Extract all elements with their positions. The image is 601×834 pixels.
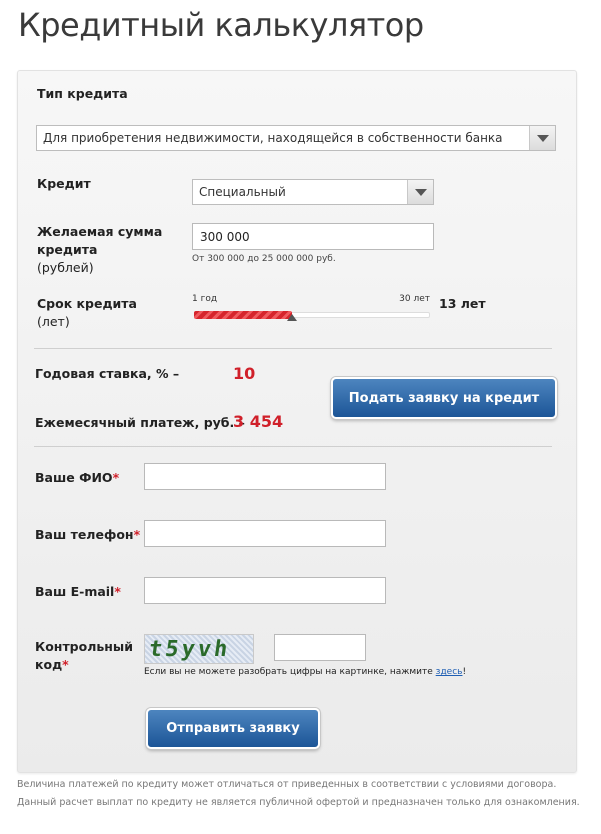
required-mark: * [62,657,69,672]
amount-label: Желаемая сумма кредита (рублей) [37,223,177,277]
chevron-down-icon[interactable] [529,126,555,150]
credit-type-select[interactable]: Для приобретения недвижимости, находящей… [36,125,556,151]
footnote-disclaimer-2: Данный расчет выплат по кредиту не являе… [17,797,580,808]
apply-credit-button[interactable]: Подать заявку на кредит [331,377,557,419]
captcha-note-text: Если вы не можете разобрать цифры на кар… [144,667,436,677]
amount-hint: От 300 000 до 25 000 000 руб. [192,254,336,264]
chevron-down-icon[interactable] [407,180,433,204]
amount-unit: (рублей) [37,260,94,275]
term-unit: (лет) [37,314,70,329]
required-mark: * [112,470,120,485]
divider [34,348,552,349]
email-field[interactable] [144,577,386,604]
phone-field[interactable] [144,520,386,547]
term-slider-handle[interactable] [286,314,297,321]
captcha-label-line2: код [35,657,63,672]
name-label-text: Ваше ФИО [35,470,113,485]
term-value: 13 лет [439,296,486,311]
captcha-label: Контрольный код* [35,638,133,674]
phone-label: Ваш телефон* [35,526,140,544]
term-slider-max: 30 лет [399,294,430,304]
term-slider-fill [194,311,292,319]
email-label: Ваш E-mail* [35,583,121,601]
captcha-note: Если вы не можете разобрать цифры на кар… [144,667,466,677]
term-label: Срок кредита (лет) [37,295,137,331]
credit-label: Кредит [37,176,91,191]
captcha-field[interactable] [274,634,366,661]
term-slider[interactable]: 1 год 30 лет [192,294,432,324]
term-label-text: Срок кредита [37,296,137,311]
amount-input[interactable] [192,223,434,250]
credit-type-selected: Для приобретения недвижимости, находящей… [43,131,503,145]
footnote-disclaimer-1: Величина платежей по кредиту может отлич… [17,779,557,790]
payment-value: 3 454 [233,412,284,431]
rate-label: Годовая ставка, % – [35,366,180,381]
credit-type-label: Тип кредита [37,86,128,101]
required-mark: * [133,527,141,542]
page-title: Кредитный калькулятор [18,6,424,44]
credit-select[interactable]: Специальный [192,179,434,205]
name-field[interactable] [144,463,386,490]
captcha-text: t5yvh [147,637,232,662]
amount-label-text: Желаемая сумма кредита [37,224,163,257]
email-label-text: Ваш E-mail [35,584,115,599]
name-label: Ваше ФИО* [35,469,119,487]
submit-application-button[interactable]: Отправить заявку [146,708,320,749]
payment-label: Ежемесячный платеж, руб. – [35,415,245,430]
captcha-image: t5yvh [144,634,254,664]
divider [34,446,552,447]
credit-selected: Специальный [199,185,286,199]
required-mark: * [114,584,121,599]
phone-label-text: Ваш телефон [35,527,134,542]
captcha-refresh-link[interactable]: здесь [436,667,463,677]
rate-value: 10 [233,364,256,383]
credit-calculator-panel: Тип кредита Для приобретения недвижимост… [17,70,577,773]
captcha-note-end: ! [462,667,467,677]
captcha-label-line1: Контрольный [35,639,133,654]
term-slider-min: 1 год [192,294,218,304]
